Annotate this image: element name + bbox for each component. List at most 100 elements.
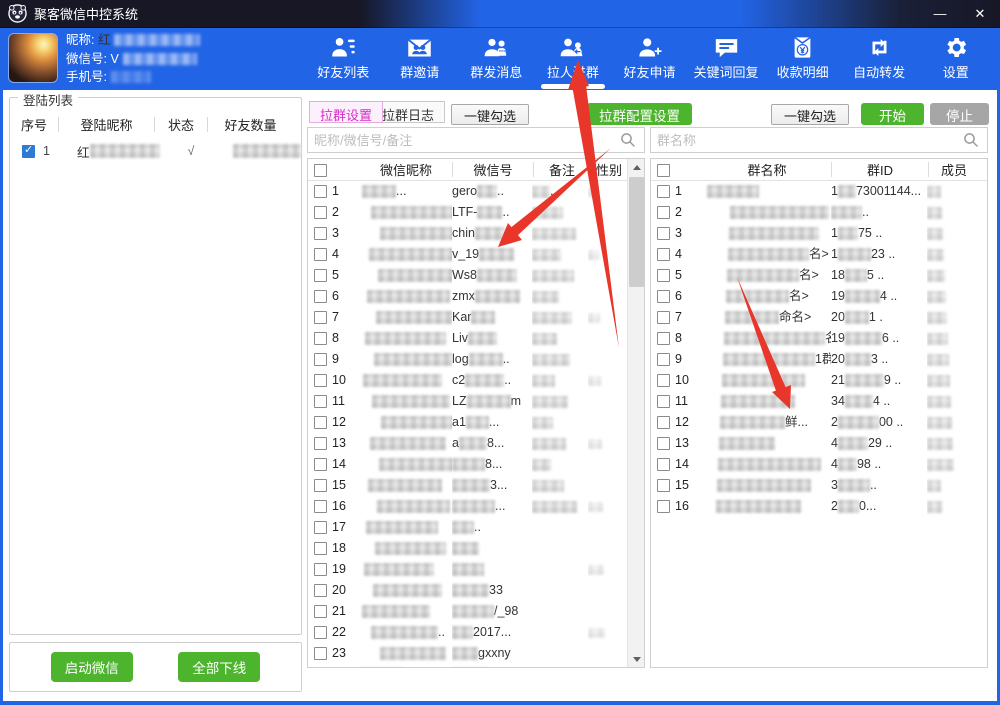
contact-row[interactable]: 19 [308,559,644,580]
contact-row[interactable]: 2033 [308,580,644,601]
tool-pull-into-group[interactable]: 拉人进群 [535,28,612,90]
scrollbar-thumb[interactable] [629,177,644,287]
group-row[interactable]: 14498 .. [651,454,987,475]
scroll-up-arrow[interactable] [628,159,645,175]
row-checkbox[interactable] [314,185,327,198]
tool-group-invite[interactable]: 群邀请 [382,28,459,90]
contact-row[interactable]: 8Liv [308,328,644,349]
row-checkbox[interactable] [657,332,670,345]
select-all-contacts-button[interactable]: 一键勾选 [451,104,529,125]
group-row[interactable]: 10219 .. [651,370,987,391]
contact-search-input[interactable] [308,133,620,148]
row-checkbox[interactable] [314,290,327,303]
group-row[interactable]: 1620... [651,496,987,517]
contact-row[interactable]: 9log.. [308,349,644,370]
group-row[interactable]: 153.. [651,475,987,496]
select-all-checkbox[interactable] [314,164,327,177]
contact-row[interactable]: 16... [308,496,644,517]
row-checkbox[interactable] [657,185,670,198]
row-checkbox[interactable] [314,626,327,639]
minimize-button[interactable]: — [920,0,960,27]
group-row[interactable]: 8名>196 .. [651,328,987,349]
row-checkbox[interactable] [314,479,327,492]
contact-row[interactable]: 148... [308,454,644,475]
contact-row[interactable]: 4v_19 [308,244,644,265]
row-checkbox[interactable] [314,605,327,618]
scroll-down-arrow[interactable] [628,651,645,667]
tool-keyword-reply[interactable]: 关键词回复 [688,28,765,90]
row-checkbox[interactable] [314,395,327,408]
row-checkbox[interactable] [657,374,670,387]
contact-row[interactable]: 2LTF-.. [308,202,644,223]
contact-row[interactable]: 5Ws8 [308,265,644,286]
row-checkbox[interactable] [657,479,670,492]
contact-row[interactable]: 12a1... [308,412,644,433]
row-checkbox[interactable] [314,311,327,324]
group-row[interactable]: 5名>185 .. [651,265,987,286]
row-checkbox[interactable] [314,269,327,282]
row-checkbox[interactable] [314,458,327,471]
group-row[interactable]: 1173001144... [651,181,987,202]
contact-row[interactable]: 1...gero..... [308,181,644,202]
select-all-groups-button[interactable]: 一键勾选 [771,104,849,125]
contact-row[interactable] [308,664,644,667]
row-checkbox[interactable] [314,647,327,660]
group-row[interactable]: 12鲜...200 .. [651,412,987,433]
row-checkbox[interactable] [657,353,670,366]
row-checkbox[interactable] [314,437,327,450]
close-button[interactable]: ✕ [960,0,1000,27]
row-checkbox[interactable] [314,206,327,219]
row-checkbox[interactable] [314,416,327,429]
row-checkbox[interactable] [657,290,670,303]
row-checkbox[interactable] [657,248,670,261]
row-checkbox[interactable] [657,500,670,513]
row-checkbox[interactable] [314,521,327,534]
offline-all-button[interactable]: 全部下线 [178,652,260,682]
group-row[interactable]: 13429 .. [651,433,987,454]
row-checkbox[interactable] [314,248,327,261]
pull-group-config-button[interactable]: 拉群配置设置 [587,103,692,125]
row-checkbox[interactable] [657,206,670,219]
row-checkbox[interactable] [314,374,327,387]
group-search-input[interactable] [651,133,963,148]
tab-pull-group-settings[interactable]: 拉群设置 [309,101,383,123]
tool-settings[interactable]: 设置 [917,28,994,90]
row-checkbox[interactable] [657,437,670,450]
contact-row[interactable]: 11LZm [308,391,644,412]
row-checkbox[interactable] [314,584,327,597]
tool-friend-request[interactable]: 好友申请 [611,28,688,90]
contact-row[interactable]: 7Kar [308,307,644,328]
group-row[interactable]: 91群203 .. [651,349,987,370]
row-checkbox[interactable] [314,500,327,513]
row-checkbox[interactable] [314,332,327,345]
start-wechat-button[interactable]: 启动微信 [51,652,133,682]
row-checkbox[interactable] [22,145,35,158]
group-row[interactable]: 3175 .. [651,223,987,244]
row-checkbox[interactable] [657,395,670,408]
contact-row[interactable]: 13a8... [308,433,644,454]
group-row[interactable]: 7命名>201 . [651,307,987,328]
row-checkbox[interactable] [657,416,670,429]
start-button[interactable]: 开始 [861,103,924,125]
login-row[interactable]: 1 红 √ [10,140,301,162]
tool-group-broadcast[interactable]: 群发消息 [458,28,535,90]
stop-button[interactable]: 停止 [930,103,989,125]
row-checkbox[interactable] [314,227,327,240]
group-row[interactable]: 2.. [651,202,987,223]
contact-row[interactable]: 3i...chin [308,223,644,244]
vertical-scrollbar[interactable] [627,159,644,667]
row-checkbox[interactable] [314,563,327,576]
row-checkbox[interactable] [314,353,327,366]
contact-row[interactable]: 21/_98 [308,601,644,622]
group-row[interactable]: 4名>123 .. [651,244,987,265]
row-checkbox[interactable] [657,311,670,324]
select-all-checkbox[interactable] [657,164,670,177]
row-checkbox[interactable] [314,542,327,555]
tool-friends-list[interactable]: 好友列表 [305,28,382,90]
contact-row[interactable]: 18 [308,538,644,559]
contact-row[interactable]: 17.. [308,517,644,538]
contact-row[interactable]: 23gxxny [308,643,644,664]
contact-row[interactable]: 10c2.. [308,370,644,391]
row-checkbox[interactable] [657,269,670,282]
contact-row[interactable]: 22..2017... [308,622,644,643]
